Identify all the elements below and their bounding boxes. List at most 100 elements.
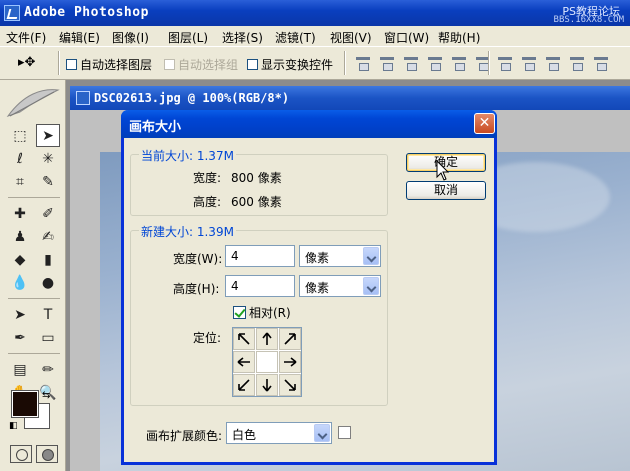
height-unit-select[interactable]: 像素 <box>299 275 381 297</box>
divider <box>58 51 60 75</box>
relative-checkbox[interactable]: 相对(R) <box>233 304 291 321</box>
dodge-tool-icon[interactable]: ● <box>36 271 60 294</box>
show-transform-checkbox[interactable]: 显示变换控件 <box>247 56 333 73</box>
menu-help[interactable]: 帮助(H) <box>438 29 480 46</box>
anchor-bottom-right[interactable] <box>279 374 301 396</box>
path-selection-tool-icon[interactable]: ➤ <box>8 303 32 326</box>
swap-colors-icon[interactable]: ⇆ <box>42 390 50 401</box>
current-size-legend: 当前大小: 1.37M <box>139 147 236 164</box>
arrow-up-right-icon <box>284 333 296 345</box>
dialog-title: 画布大小 <box>129 120 182 135</box>
anchor-center[interactable] <box>256 351 278 373</box>
align-vcenter-icon[interactable] <box>378 54 396 72</box>
width-input[interactable]: 4 <box>225 245 295 267</box>
checkbox-label: 自动选择组 <box>178 58 239 72</box>
slice-tool-icon[interactable]: ✎ <box>36 170 60 193</box>
tool-grid: ⬚ ➤ ℓ ✳ ⌗ ✎ ✚ ✐ ♟ ✍ ◆ ▮ 💧 ● ➤ T ✒ ▭ ▤ ✏ … <box>8 124 60 404</box>
menu-image[interactable]: 图像(I) <box>112 29 149 46</box>
anchor-grid <box>232 327 302 397</box>
align-top-icon[interactable] <box>354 54 372 72</box>
distribute-bottom-icon[interactable] <box>544 54 562 72</box>
document-title: DSC02613.jpg @ 100%(RGB/8*) <box>94 91 290 105</box>
pen-tool-icon[interactable]: ✒ <box>8 326 32 349</box>
checkbox-label: 显示变换控件 <box>261 58 334 72</box>
app-title: Adobe Photoshop <box>24 5 149 20</box>
arrow-left-icon <box>237 357 250 367</box>
divider <box>8 349 60 354</box>
shape-tool-icon[interactable]: ▭ <box>36 326 60 349</box>
anchor-bottom-left[interactable] <box>233 374 255 396</box>
height-input[interactable]: 4 <box>225 275 295 297</box>
brush-tool-icon[interactable]: ✐ <box>36 202 60 225</box>
current-width-label: 宽度: <box>193 171 222 185</box>
select-value: 白色 <box>232 428 257 442</box>
auto-select-layer-checkbox[interactable]: 自动选择图层 <box>66 56 152 73</box>
anchor-top[interactable] <box>256 328 278 350</box>
anchor-bottom[interactable] <box>256 374 278 396</box>
checkbox-label: 自动选择图层 <box>80 58 153 72</box>
anchor-left[interactable] <box>233 351 255 373</box>
arrow-down-right-icon <box>284 379 296 391</box>
extension-color-select[interactable]: 白色 <box>226 422 332 444</box>
distribute-left-icon[interactable] <box>568 54 586 72</box>
dropdown-arrow-icon <box>314 424 330 442</box>
menu-file[interactable]: 文件(F) <box>6 29 46 46</box>
menu-select[interactable]: 选择(S) <box>222 29 263 46</box>
quick-mask-button[interactable] <box>36 445 58 463</box>
anchor-top-left[interactable] <box>233 328 255 350</box>
close-button[interactable]: ✕ <box>474 113 495 134</box>
foreground-color-swatch[interactable] <box>11 390 39 418</box>
align-left-icon[interactable] <box>426 54 444 72</box>
magic-wand-tool-icon[interactable]: ✳ <box>36 147 60 170</box>
standard-mode-button[interactable] <box>10 445 32 463</box>
gradient-tool-icon[interactable]: ▮ <box>36 248 60 271</box>
default-colors-icon[interactable]: ◧ <box>9 421 18 431</box>
align-buttons <box>354 54 492 72</box>
extension-color-label: 画布扩展颜色: <box>146 429 223 443</box>
extension-color-swatch[interactable] <box>338 426 351 439</box>
app-titlebar: Adobe Photoshop PS教程论坛 BBS.16XX8.COM <box>0 0 630 26</box>
checkbox-box <box>233 306 246 319</box>
clone-stamp-tool-icon[interactable]: ♟ <box>8 225 32 248</box>
anchor-top-right[interactable] <box>279 328 301 350</box>
arrow-up-icon <box>262 332 272 345</box>
current-size-group: 当前大小: 1.37M 宽度: 800 像素 高度: 600 像素 <box>130 147 388 216</box>
move-tool-icon[interactable]: ➤ <box>36 124 60 147</box>
align-hcenter-icon[interactable] <box>450 54 468 72</box>
notes-tool-icon[interactable]: ▤ <box>8 358 32 381</box>
lasso-tool-icon[interactable]: ℓ <box>8 147 32 170</box>
eyedropper-tool-icon[interactable]: ✏ <box>36 358 60 381</box>
photoshop-logo-icon <box>4 5 20 21</box>
current-width-value: 800 像素 <box>231 171 282 185</box>
blur-tool-icon[interactable]: 💧 <box>8 271 32 294</box>
menu-edit[interactable]: 编辑(E) <box>59 29 100 46</box>
eraser-tool-icon[interactable]: ◆ <box>8 248 32 271</box>
arrow-down-icon <box>262 379 272 392</box>
distribute-vcenter-icon[interactable] <box>520 54 538 72</box>
menu-layer[interactable]: 图层(L) <box>168 29 208 46</box>
width-unit-select[interactable]: 像素 <box>299 245 381 267</box>
anchor-right[interactable] <box>279 351 301 373</box>
marquee-tool-icon[interactable]: ⬚ <box>8 124 32 147</box>
dialog-titlebar: 画布大小 ✕ <box>121 110 497 138</box>
checkbox-box <box>164 59 175 70</box>
dropdown-arrow-icon <box>363 247 379 265</box>
type-tool-icon[interactable]: T <box>36 303 60 326</box>
checkbox-box <box>66 59 77 70</box>
menu-window[interactable]: 窗口(W) <box>384 29 429 46</box>
history-brush-tool-icon[interactable]: ✍ <box>36 225 60 248</box>
menu-filter[interactable]: 滤镜(T) <box>275 29 316 46</box>
distribute-top-icon[interactable] <box>496 54 514 72</box>
align-bottom-icon[interactable] <box>402 54 420 72</box>
arrow-up-left-icon <box>238 333 250 345</box>
crop-tool-icon[interactable]: ⌗ <box>8 170 32 193</box>
move-tool-preset-icon[interactable]: ▸✥ <box>18 55 35 70</box>
distribute-hcenter-icon[interactable] <box>592 54 610 72</box>
new-height-label: 高度(H): <box>173 282 220 296</box>
cancel-button[interactable]: 取消 <box>406 181 486 200</box>
healing-brush-tool-icon[interactable]: ✚ <box>8 202 32 225</box>
divider <box>488 51 490 75</box>
options-bar: ▸✥ 自动选择图层 自动选择组 显示变换控件 <box>0 46 630 80</box>
menu-view[interactable]: 视图(V) <box>330 29 372 46</box>
dropdown-arrow-icon <box>363 277 379 295</box>
